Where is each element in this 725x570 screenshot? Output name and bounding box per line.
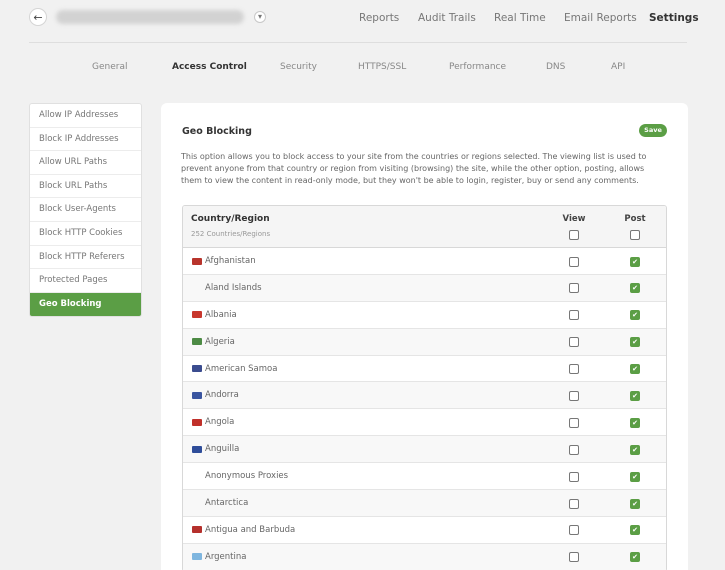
- post-checkbox[interactable]: ✔: [630, 525, 640, 536]
- tab-dns[interactable]: DNS: [546, 62, 565, 72]
- sidebar: Allow IP Addresses Block IP Addresses Al…: [29, 103, 142, 318]
- country-name: American Samoa: [205, 363, 278, 374]
- view-checkbox[interactable]: [569, 525, 579, 536]
- country-name: Anguilla: [205, 444, 240, 455]
- view-checkbox[interactable]: [569, 444, 579, 455]
- nav-audit-trails[interactable]: Audit Trails: [418, 12, 476, 24]
- country-name: Algeria: [205, 336, 235, 347]
- nav-email-reports[interactable]: Email Reports: [564, 12, 637, 24]
- country-table: Country/Region 252 Countries/Regions Vie…: [182, 205, 667, 570]
- save-button[interactable]: Save: [639, 124, 667, 137]
- flag-icon: [192, 526, 202, 534]
- view-checkbox[interactable]: [569, 337, 579, 348]
- post-checkbox[interactable]: ✔: [630, 283, 640, 294]
- geo-blocking-panel: Geo Blocking Save This option allows you…: [161, 103, 688, 570]
- table-row: Antigua and Barbuda ✔: [183, 517, 666, 544]
- column-view: View: [562, 214, 586, 224]
- country-name: Anonymous Proxies: [205, 471, 289, 482]
- sidebar-item-block-url[interactable]: Block URL Paths: [30, 175, 141, 199]
- country-name: Afghanistan: [205, 256, 256, 266]
- table-row: Anonymous Proxies ✔: [183, 463, 666, 491]
- flag-icon: [192, 553, 202, 561]
- table-row: Albania ✔: [183, 302, 666, 329]
- post-checkbox[interactable]: ✔: [630, 552, 640, 563]
- table-row: Algeria ✔: [183, 328, 666, 356]
- header-divider: [29, 42, 687, 43]
- flag-icon: [192, 391, 202, 399]
- flag-icon: [192, 445, 202, 453]
- nav-settings[interactable]: Settings: [649, 12, 699, 24]
- country-name: Angola: [205, 417, 235, 428]
- post-checkbox[interactable]: ✔: [630, 390, 640, 401]
- top-bar: ← ▾ Reports Audit Trails Real Time Email…: [0, 0, 725, 40]
- flag-icon: [192, 338, 202, 346]
- country-name: Albania: [205, 309, 237, 320]
- view-checkbox[interactable]: [569, 283, 579, 294]
- column-post: Post: [624, 214, 646, 224]
- table-row: Argentina ✔: [183, 543, 666, 570]
- table-row: Anguilla ✔: [183, 436, 666, 464]
- view-checkbox[interactable]: [569, 417, 579, 428]
- sidebar-item-block-referers[interactable]: Block HTTP Referers: [30, 246, 141, 270]
- table-row: Antarctica ✔: [183, 490, 666, 517]
- table-header: Country/Region 252 Countries/Regions Vie…: [183, 206, 666, 248]
- flag-icon: [192, 311, 202, 319]
- table-row: Angola ✔: [183, 409, 666, 437]
- view-checkbox[interactable]: [569, 364, 579, 375]
- tab-general[interactable]: General: [92, 62, 127, 72]
- view-checkbox[interactable]: [569, 552, 579, 563]
- back-arrow-icon[interactable]: ←: [29, 8, 47, 26]
- sidebar-item-allow-ip[interactable]: Allow IP Addresses: [30, 104, 141, 128]
- post-checkbox[interactable]: ✔: [630, 444, 640, 455]
- view-checkbox[interactable]: [569, 498, 579, 509]
- country-name: Aland Islands: [205, 282, 262, 293]
- flag-icon: [192, 365, 202, 373]
- view-checkbox[interactable]: [569, 390, 579, 401]
- country-name: Argentina: [205, 551, 247, 562]
- nav-real-time[interactable]: Real Time: [494, 12, 546, 24]
- tab-performance[interactable]: Performance: [449, 62, 506, 72]
- view-checkbox[interactable]: [569, 310, 579, 321]
- post-checkbox[interactable]: ✔: [630, 364, 640, 375]
- nav-reports[interactable]: Reports: [359, 12, 399, 24]
- view-checkbox[interactable]: [569, 471, 579, 482]
- table-row: American Samoa ✔: [183, 356, 666, 383]
- tab-api[interactable]: API: [611, 62, 625, 72]
- sidebar-item-block-user-agents[interactable]: Block User-Agents: [30, 198, 141, 222]
- table-row: Andorra ✔: [183, 382, 666, 410]
- post-checkbox[interactable]: ✔: [630, 498, 640, 509]
- tab-security[interactable]: Security: [280, 62, 317, 72]
- panel-description: This option allows you to block access t…: [181, 152, 647, 185]
- tab-https-ssl[interactable]: HTTPS/SSL: [358, 62, 406, 72]
- sidebar-item-block-cookies[interactable]: Block HTTP Cookies: [30, 222, 141, 246]
- sidebar-item-geo-blocking[interactable]: Geo Blocking: [30, 292, 141, 317]
- post-checkbox[interactable]: ✔: [630, 256, 640, 267]
- sidebar-item-protected-pages[interactable]: Protected Pages: [30, 269, 141, 293]
- tab-access-control[interactable]: Access Control: [172, 62, 247, 72]
- select-all-view-checkbox[interactable]: [569, 230, 579, 240]
- sidebar-item-block-ip[interactable]: Block IP Addresses: [30, 128, 141, 152]
- column-country: Country/Region: [191, 214, 270, 224]
- site-selector[interactable]: [56, 10, 244, 24]
- panel-title: Geo Blocking: [182, 126, 252, 137]
- table-row: Aland Islands ✔: [183, 274, 666, 302]
- select-all-post-checkbox[interactable]: [630, 230, 640, 240]
- flag-icon: [192, 257, 202, 265]
- table-row: Afghanistan ✔: [183, 248, 666, 275]
- country-name: Andorra: [205, 390, 239, 401]
- post-checkbox[interactable]: ✔: [630, 471, 640, 482]
- post-checkbox[interactable]: ✔: [630, 337, 640, 348]
- sidebar-item-allow-url[interactable]: Allow URL Paths: [30, 151, 141, 175]
- chevron-down-icon[interactable]: ▾: [254, 11, 266, 23]
- country-count: 252 Countries/Regions: [191, 230, 271, 238]
- table-body: Afghanistan ✔ Aland Islands ✔ Albania ✔ Algeri…: [183, 248, 666, 570]
- view-checkbox[interactable]: [569, 256, 579, 267]
- flag-icon: [192, 418, 202, 426]
- post-checkbox[interactable]: ✔: [630, 417, 640, 428]
- country-name: Antarctica: [205, 498, 249, 509]
- country-name: Antigua and Barbuda: [205, 524, 296, 535]
- post-checkbox[interactable]: ✔: [630, 310, 640, 321]
